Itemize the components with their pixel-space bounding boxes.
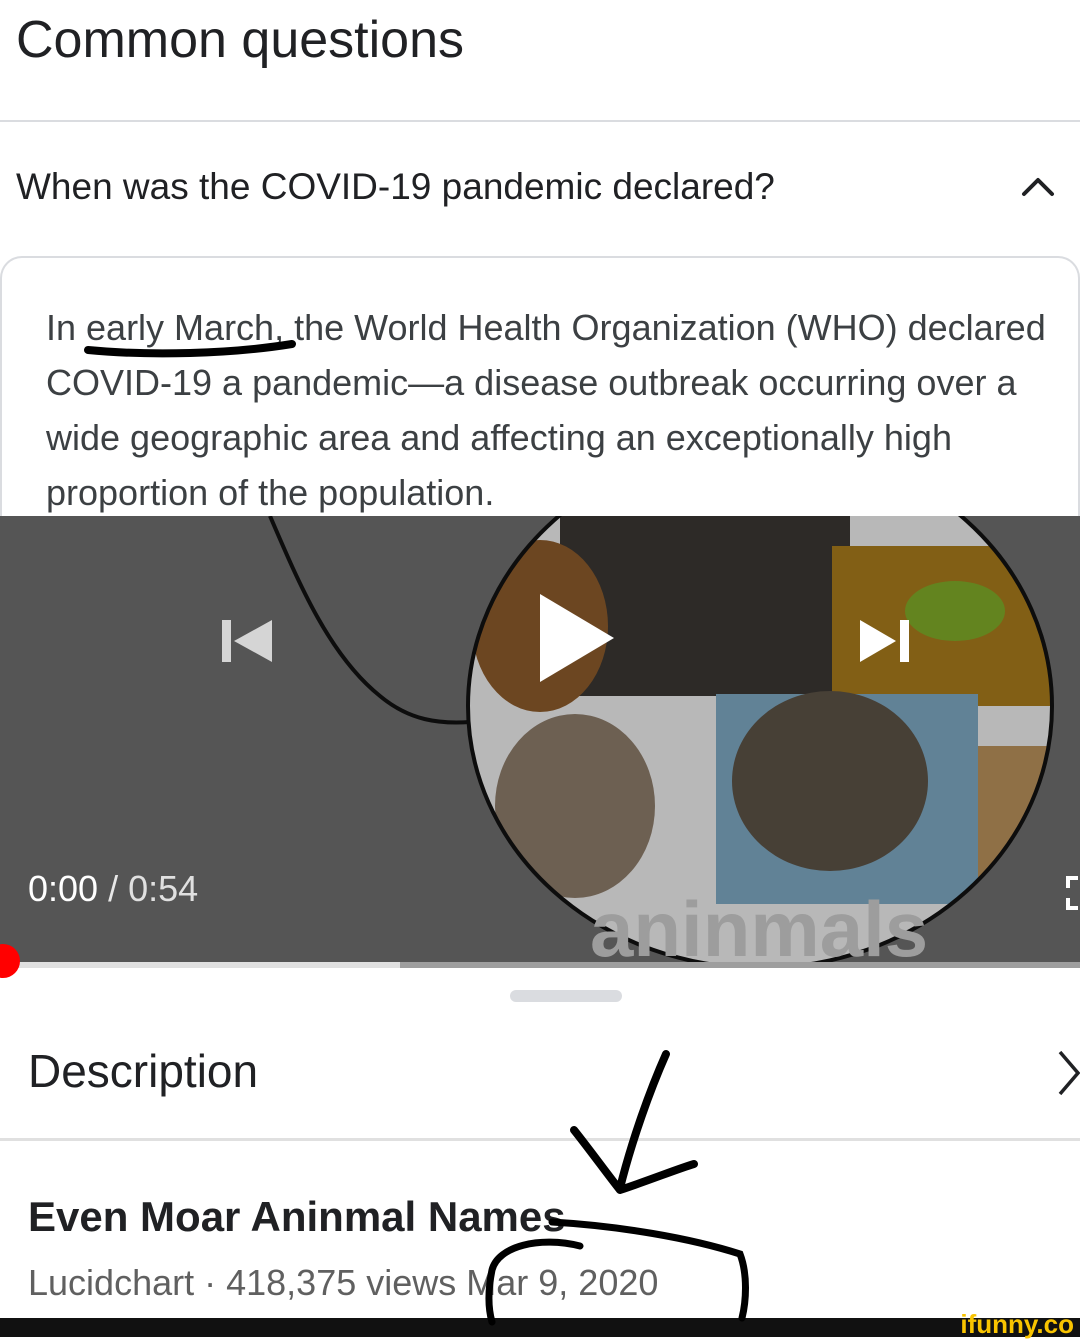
question-text[interactable]: When was the COVID-19 pandemic declared?: [16, 166, 775, 208]
description-label: Description: [28, 1045, 259, 1097]
progress-bar[interactable]: [0, 962, 1080, 968]
description-row[interactable]: Description: [0, 1010, 1080, 1141]
section-title: Common questions: [16, 11, 464, 69]
progress-buffered: [0, 962, 400, 968]
skip-next-icon[interactable]: [856, 616, 916, 668]
upload-date: Mar 9, 2020: [466, 1262, 659, 1303]
common-questions-header: Common questions: [0, 0, 1080, 122]
answer-text: In early March, the World Health Organiz…: [46, 307, 1046, 513]
view-count: 418,375 views: [226, 1262, 457, 1303]
play-icon[interactable]: [530, 588, 620, 688]
chevron-right-icon[interactable]: [1056, 1048, 1080, 1098]
question-row[interactable]: When was the COVID-19 pandemic declared?: [0, 122, 1080, 252]
channel-name[interactable]: Lucidchart: [28, 1262, 194, 1303]
skip-previous-icon[interactable]: [216, 616, 278, 668]
time-separator: /: [98, 868, 129, 909]
drag-handle[interactable]: [510, 990, 622, 1002]
video-title[interactable]: Even Moar Aninmal Names: [28, 1193, 566, 1241]
meta-separator: ·: [194, 1262, 227, 1303]
total-duration: 0:54: [128, 868, 199, 909]
video-player[interactable]: aninmals 0:00 / 0:54: [0, 516, 1080, 968]
chevron-up-icon[interactable]: [1018, 172, 1058, 200]
current-time: 0:00: [28, 868, 99, 909]
fullscreen-icon[interactable]: [1056, 872, 1080, 912]
time-display: 0:00 / 0:54: [28, 868, 198, 910]
watermark-bar: [0, 1318, 1080, 1337]
ifunny-watermark: ifunny.co: [960, 1309, 1074, 1339]
video-meta: Lucidchart · 418,375 views Mar 9, 2020: [28, 1262, 658, 1304]
